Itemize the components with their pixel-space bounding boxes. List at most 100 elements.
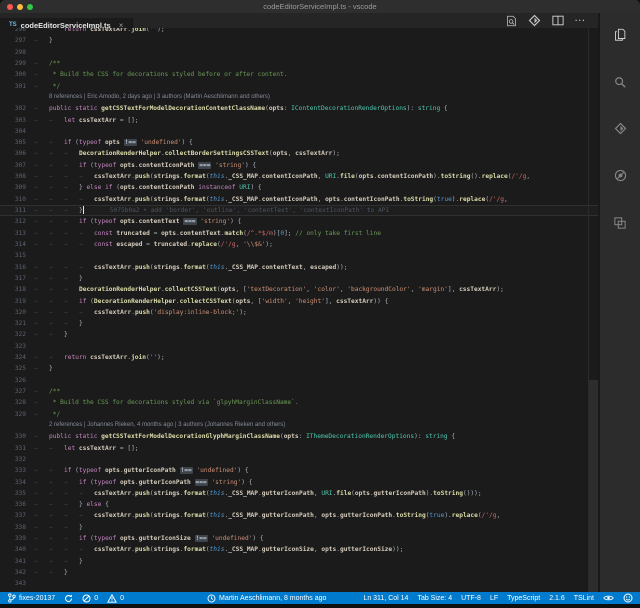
line-number: 302 — [0, 103, 34, 114]
status-item-tab-size[interactable]: Tab Size: 4 — [417, 595, 452, 602]
code-line-298[interactable]: 298 — [0, 47, 600, 58]
code-line-336[interactable]: 336→→→} else { — [0, 499, 600, 510]
code-line-332[interactable]: 332 — [0, 454, 600, 465]
activity-bar-item-explorer[interactable] — [600, 13, 640, 60]
code-line-325[interactable]: 325→} — [0, 363, 600, 374]
code-line-309[interactable]: 309→→→} else if (opts.contentIconPath in… — [0, 182, 600, 193]
code-line-339[interactable]: 339→→→if (typeof opts.gutterIconSize !==… — [0, 533, 600, 544]
code-line-297[interactable]: 297→} — [0, 35, 600, 46]
code-line-302[interactable]: 302→public static getCSSTextForModelDeco… — [0, 103, 600, 114]
status-item-gitlens-blame[interactable]: Martin Aeschlimann, 8 months ago — [207, 594, 326, 603]
code-line-312[interactable]: 312→→→if (typeof opts.contentText === 's… — [0, 216, 600, 227]
code-line-338[interactable]: 338→→→} — [0, 522, 600, 533]
line-number: 303 — [0, 115, 34, 126]
preview-icon[interactable] — [506, 15, 517, 27]
codelens-annotation[interactable]: 2 references | Johannes Rieken, 4 months… — [0, 420, 600, 431]
code-text: → */ — [34, 409, 60, 420]
split-editor-icon[interactable] — [552, 15, 564, 26]
code-line-304[interactable]: 304 — [0, 126, 600, 137]
tab-whitespace-arrow: → — [49, 182, 64, 193]
status-item-cursor-position[interactable]: Ln 311, Col 14 — [363, 595, 408, 602]
code-line-300[interactable]: 300→ * Build the CSS for decorations sty… — [0, 69, 600, 80]
status-item-warnings[interactable]: 0 — [107, 594, 124, 603]
tab-whitespace-arrow: → — [34, 499, 49, 510]
code-line-341[interactable]: 341→→→} — [0, 556, 600, 567]
status-item-eol[interactable]: LF — [490, 595, 498, 602]
code-line-307[interactable]: 307→→→if (typeof opts.contentIconPath ==… — [0, 160, 600, 171]
status-item-eye[interactable] — [603, 594, 614, 602]
code-text: →→→if (typeof opts.gutterIconSize !== 'u… — [34, 533, 264, 544]
activity-bar-item-gitlens[interactable] — [600, 107, 640, 154]
code-line-303[interactable]: 303→→let cssTextArr = []; — [0, 115, 600, 126]
codelens-annotation[interactable]: 8 references | Eric Amodio, 2 days ago |… — [0, 92, 600, 103]
code-line-315[interactable]: 315 — [0, 250, 600, 261]
code-line-340[interactable]: 340→→→→cssTextArr.push(strings.format(th… — [0, 544, 600, 555]
code-line-299[interactable]: 299→/** — [0, 58, 600, 69]
tab-whitespace-arrow: → — [49, 499, 64, 510]
code-line-311[interactable]: 311→→→}5075b0a2 • add 'border', 'outline… — [0, 205, 600, 216]
line-number: 315 — [0, 250, 34, 261]
text-cursor — [83, 206, 84, 214]
code-line-323[interactable]: 323 — [0, 341, 600, 352]
status-item-tslint[interactable]: TSLint — [574, 595, 594, 602]
activity-bar-item-extensions[interactable] — [600, 201, 640, 248]
line-number: 343 — [0, 578, 34, 589]
code-line-321[interactable]: 321→→→} — [0, 318, 600, 329]
code-text: → * Build the CSS for decorations styled… — [34, 397, 299, 408]
status-item-encoding[interactable]: UTF-8 — [461, 595, 481, 602]
code-line-333[interactable]: 333→→if (typeof opts.gutterIconPath !== … — [0, 465, 600, 476]
code-text: →→→} — [34, 522, 83, 533]
code-editor[interactable]: 296→→return cssTextArr.join('');297→}298… — [0, 28, 600, 592]
status-item-language-mode[interactable]: TypeScript — [507, 595, 540, 602]
tab-whitespace-arrow: → — [34, 228, 49, 239]
line-number: 325 — [0, 363, 34, 374]
scrollbar-thumb[interactable] — [589, 380, 598, 592]
more-actions-icon[interactable]: ··· — [575, 16, 586, 25]
code-text: →→→→cssTextArr.push('display:inline-bloc… — [34, 307, 247, 318]
code-line-335[interactable]: 335→→→→cssTextArr.push(strings.format(th… — [0, 488, 600, 499]
line-number: 322 — [0, 329, 34, 340]
tab-whitespace-arrow: → — [64, 556, 79, 567]
status-item-feedback-smiley[interactable] — [623, 593, 633, 603]
code-line-330[interactable]: 330→public static getCSSTextForModelDeco… — [0, 431, 600, 442]
status-item-errors[interactable]: 0 — [82, 594, 98, 603]
line-number: 339 — [0, 533, 34, 544]
code-line-320[interactable]: 320→→→→cssTextArr.push('display:inline-b… — [0, 307, 600, 318]
code-line-331[interactable]: 331→→let cssTextArr = []; — [0, 443, 600, 454]
status-item-typescript-version[interactable]: 2.1.6 — [549, 595, 565, 602]
code-line-324[interactable]: 324→→return cssTextArr.join(''); — [0, 352, 600, 363]
code-line-319[interactable]: 319→→→if (DecorationRenderHelper.collect… — [0, 296, 600, 307]
code-line-328[interactable]: 328→ * Build the CSS for decorations sty… — [0, 397, 600, 408]
code-line-327[interactable]: 327→/** — [0, 386, 600, 397]
code-line-329[interactable]: 329→ */ — [0, 409, 600, 420]
status-item-git-branch[interactable]: fixes-20137 — [7, 593, 55, 603]
code-line-306[interactable]: 306→→→DecorationRenderHelper.collectBord… — [0, 148, 600, 159]
code-line-310[interactable]: 310→→→→cssTextArr.push(strings.format(th… — [0, 194, 600, 205]
gitlens-icon[interactable] — [528, 14, 541, 27]
tab-whitespace-arrow: → — [49, 273, 64, 284]
activity-bar-item-search[interactable] — [600, 60, 640, 107]
code-line-317[interactable]: 317→→→} — [0, 273, 600, 284]
code-line-322[interactable]: 322→→} — [0, 329, 600, 340]
code-text: →→let cssTextArr = []; — [34, 115, 139, 126]
code-line-326[interactable]: 326 — [0, 375, 600, 386]
code-line-316[interactable]: 316→→→→cssTextArr.push(strings.format(th… — [0, 262, 600, 273]
title-bar: codeEditorServiceImpl.ts - vscode — [0, 0, 640, 14]
code-line-334[interactable]: 334→→→if (typeof opts.gutterIconPath ===… — [0, 477, 600, 488]
code-line-342[interactable]: 342→→} — [0, 567, 600, 578]
code-line-301[interactable]: 301→ */ — [0, 81, 600, 92]
code-line-296[interactable]: 296→→return cssTextArr.join(''); — [0, 28, 600, 35]
activity-bar-item-debug[interactable] — [600, 154, 640, 201]
line-number: 301 — [0, 81, 34, 92]
code-line-343[interactable]: 343 — [0, 578, 600, 589]
line-number: 321 — [0, 318, 34, 329]
tab-whitespace-arrow: → — [34, 239, 49, 250]
code-line-314[interactable]: 314→→→→const escaped = truncated.replace… — [0, 239, 600, 250]
tab-whitespace-arrow: → — [79, 239, 94, 250]
code-line-308[interactable]: 308→→→→cssTextArr.push(strings.format(th… — [0, 171, 600, 182]
code-line-313[interactable]: 313→→→→const truncated = opts.contentTex… — [0, 228, 600, 239]
code-line-305[interactable]: 305→→if (typeof opts !== 'undefined') { — [0, 137, 600, 148]
code-line-337[interactable]: 337→→→→cssTextArr.push(strings.format(th… — [0, 510, 600, 521]
status-item-sync[interactable] — [64, 594, 73, 603]
code-line-318[interactable]: 318→→→DecorationRenderHelper.collectCSST… — [0, 284, 600, 295]
